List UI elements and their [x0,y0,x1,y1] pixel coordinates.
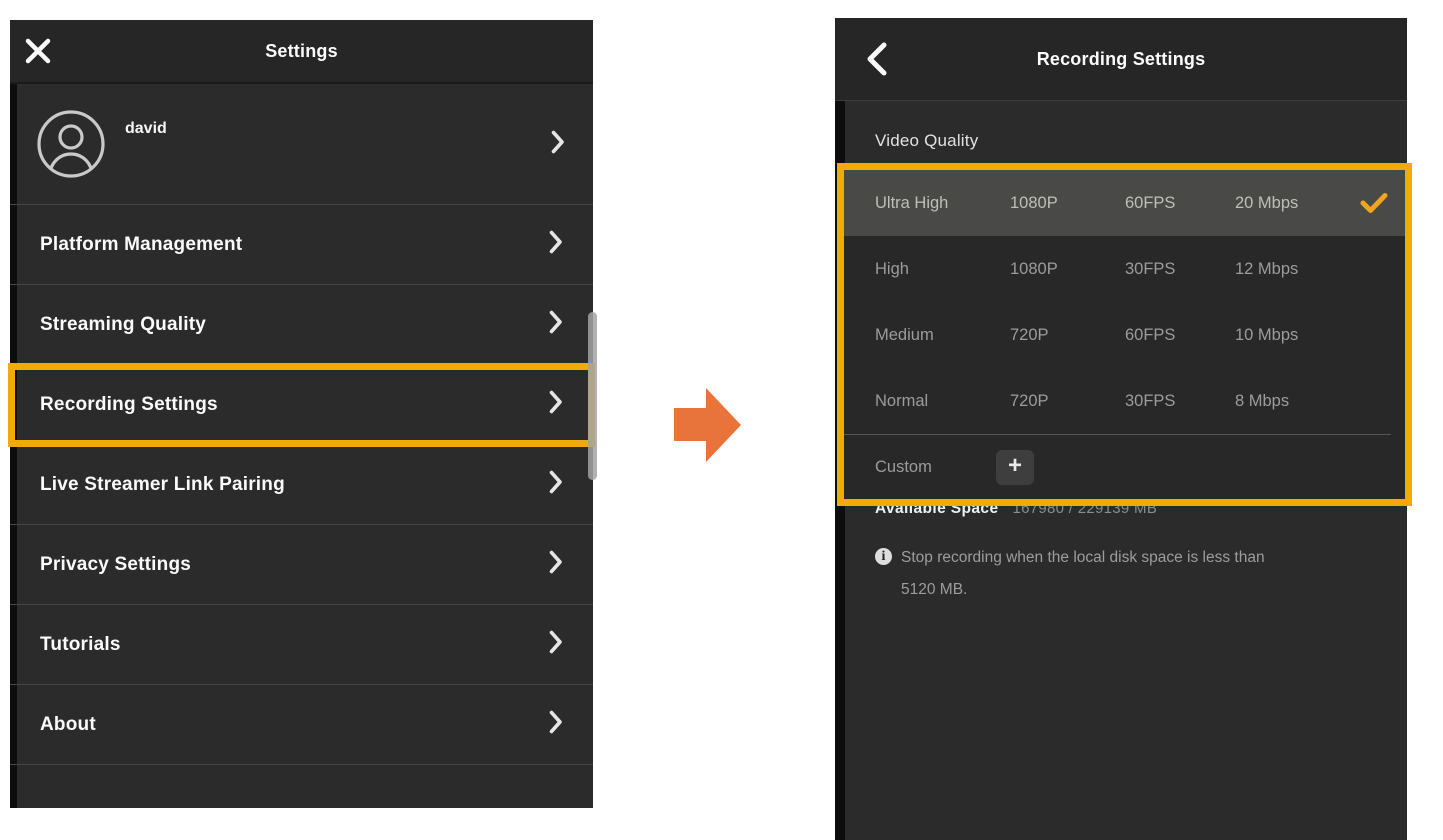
menu-item-label: Platform Management [40,234,242,256]
selected-check-icon [1360,192,1388,214]
quality-row-medium[interactable]: Medium 720P 60FPS 10 Mbps [844,302,1405,368]
settings-title: Settings [10,41,593,62]
sidebar-item-platform-management[interactable]: Platform Management [10,205,593,285]
quality-row-normal[interactable]: Normal 720P 30FPS 8 Mbps [844,368,1405,434]
quality-name: Ultra High [875,194,1010,213]
chevron-right-icon [549,390,563,419]
menu-item-label: Tutorials [40,634,121,656]
quality-name: Normal [875,392,1010,411]
quality-bitrate: 8 Mbps [1235,392,1360,411]
custom-label: Custom [875,458,996,477]
profile-username: david [125,120,167,138]
video-quality-table: Ultra High 1080P 60FPS 20 Mbps High 1080… [837,163,1412,506]
chevron-right-icon [549,630,563,659]
quality-row-ultra-high[interactable]: Ultra High 1080P 60FPS 20 Mbps [844,170,1405,236]
quality-fps: 60FPS [1125,326,1235,345]
chevron-right-icon [549,470,563,499]
menu-item-label: Recording Settings [40,394,218,416]
quality-bitrate: 10 Mbps [1235,326,1360,345]
quality-fps: 60FPS [1125,194,1235,213]
quality-fps: 30FPS [1125,392,1235,411]
scrollbar-thumb[interactable] [588,312,597,480]
menu-item-label: Streaming Quality [40,314,206,336]
quality-resolution: 720P [1010,326,1125,345]
chevron-right-icon [551,130,565,159]
quality-name: High [875,260,1010,279]
recording-settings-panel: Recording Settings Video Quality Ultra H… [835,18,1407,840]
sidebar-item-privacy-settings[interactable]: Privacy Settings [10,525,593,605]
chevron-right-icon [549,550,563,579]
chevron-right-icon [549,230,563,259]
menu-item-label: Live Streamer Link Pairing [40,474,285,496]
quality-resolution: 1080P [1010,260,1125,279]
plus-icon: + [1008,450,1022,482]
sidebar-item-recording-settings[interactable]: Recording Settings [10,365,593,445]
close-icon [22,35,54,67]
chevron-right-icon [549,310,563,339]
user-avatar-icon [35,108,107,180]
note-line-2: 5120 MB. [901,579,1265,600]
quality-resolution: 1080P [1010,194,1125,213]
quality-name: Medium [875,326,1010,345]
note-line-1: Stop recording when the local disk space… [901,549,1265,566]
sidebar-item-live-streamer-link-pairing[interactable]: Live Streamer Link Pairing [10,445,593,525]
quality-row-high[interactable]: High 1080P 30FPS 12 Mbps [844,236,1405,302]
quality-bitrate: 20 Mbps [1235,194,1360,213]
quality-bitrate: 12 Mbps [1235,260,1360,279]
video-quality-section-label: Video Quality [835,131,1407,151]
recording-settings-title: Recording Settings [835,49,1407,70]
back-button[interactable] [849,28,905,90]
sidebar-item-about[interactable]: About [10,685,593,765]
settings-header: Settings [10,20,593,84]
back-chevron-icon [865,42,889,76]
disk-space-note: Stop recording when the local disk space… [835,547,1407,600]
quality-resolution: 720P [1010,392,1125,411]
settings-panel: Settings david Platform Management Strea… [10,20,593,808]
menu-item-label: Privacy Settings [40,554,191,576]
chevron-right-icon [549,710,563,739]
close-button[interactable] [10,20,66,82]
menu-item-label: About [40,714,96,736]
flow-arrow [670,385,746,467]
info-icon [875,548,892,565]
quality-fps: 30FPS [1125,260,1235,279]
sidebar-item-streaming-quality[interactable]: Streaming Quality [10,285,593,365]
sidebar-item-tutorials[interactable]: Tutorials [10,605,593,685]
profile-row[interactable]: david [10,84,593,205]
quality-row-custom: Custom + [844,434,1391,500]
note-text: Stop recording when the local disk space… [901,547,1265,600]
recording-settings-header: Recording Settings [835,18,1407,101]
add-custom-quality-button[interactable]: + [996,450,1034,485]
